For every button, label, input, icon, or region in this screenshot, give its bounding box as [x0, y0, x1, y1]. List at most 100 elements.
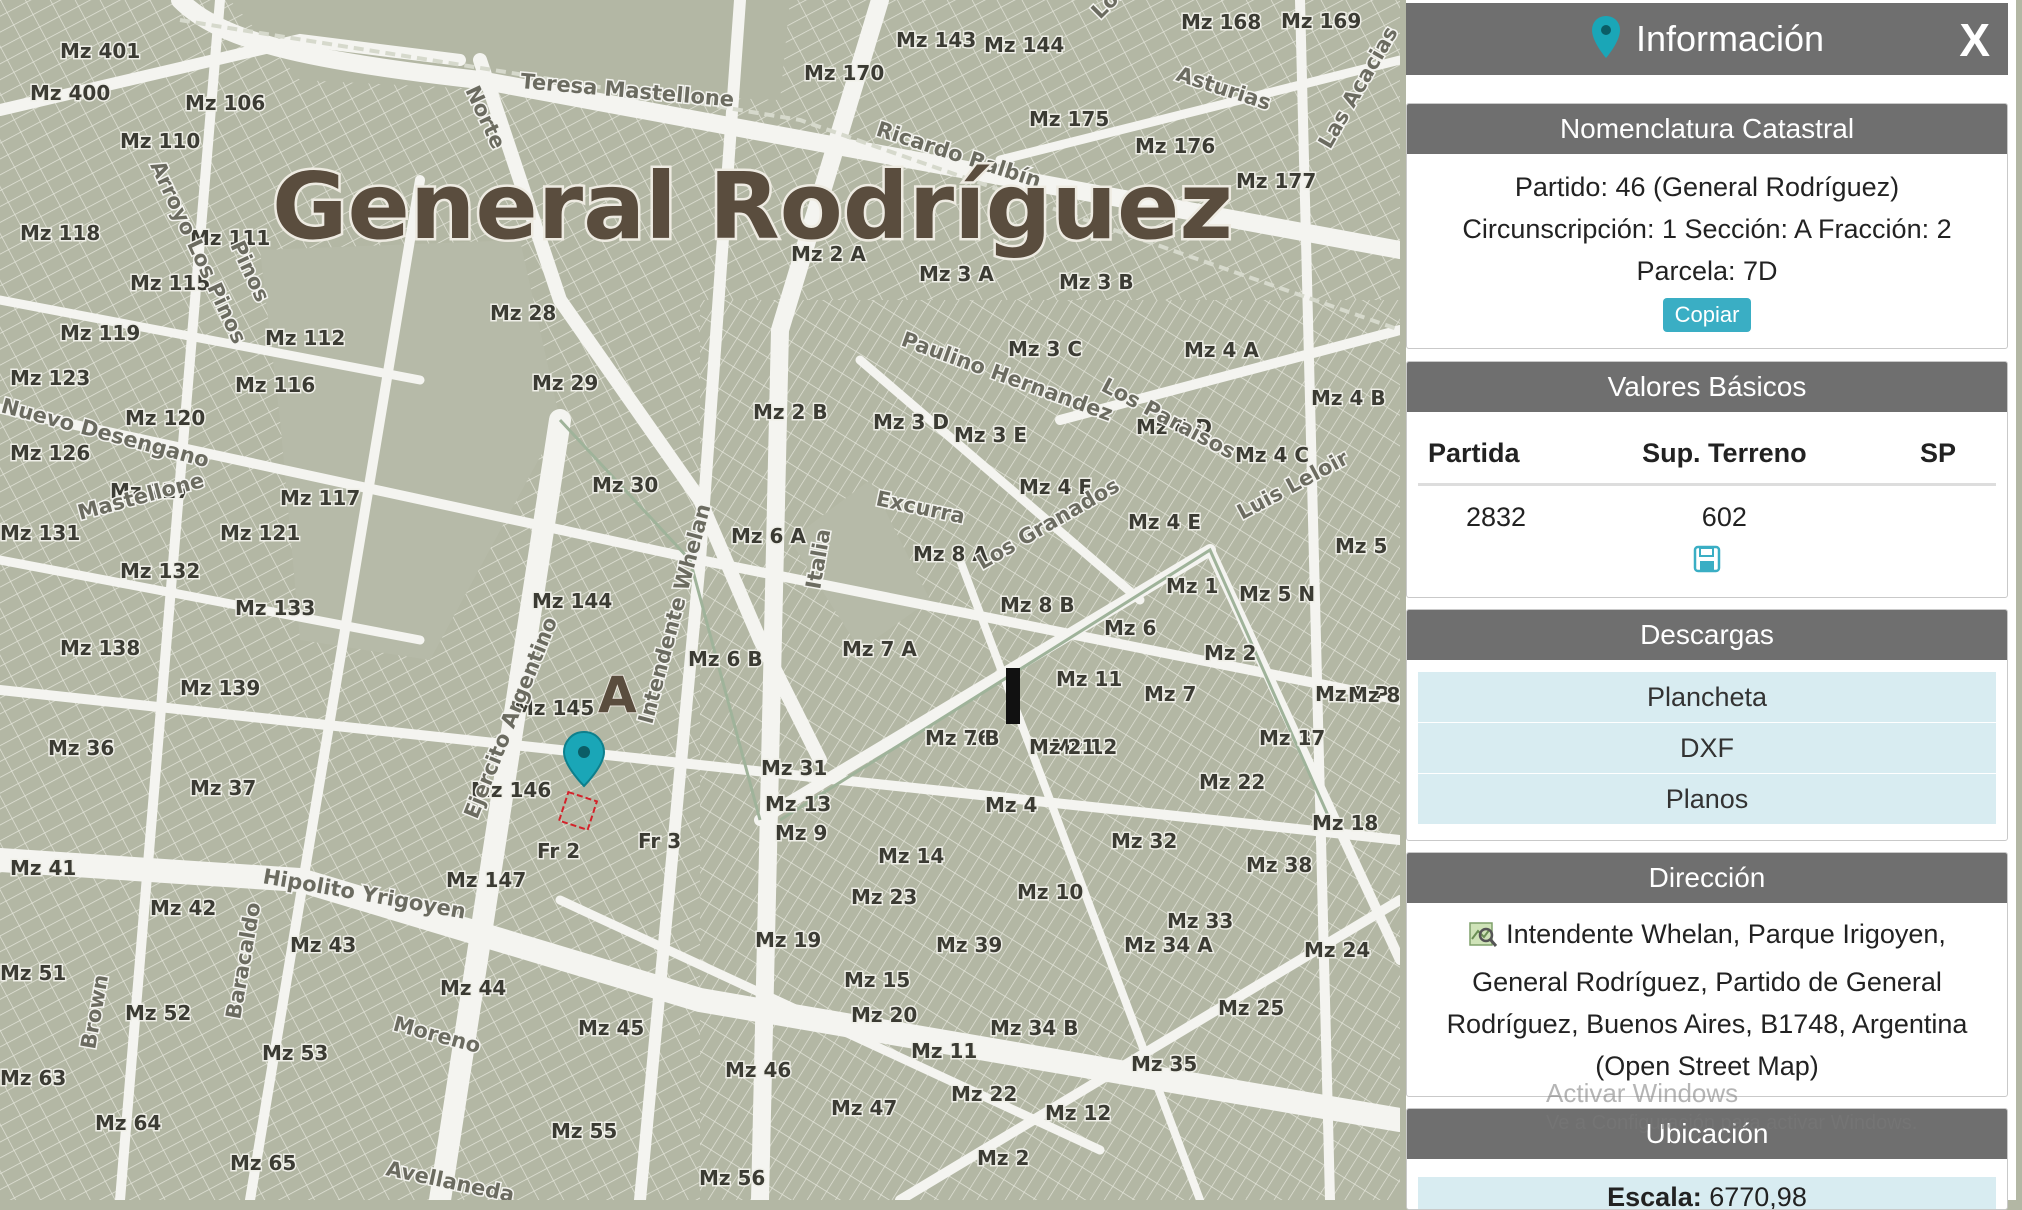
scale-value: 6770,98: [1709, 1182, 1807, 1210]
block-label: Mz 10: [1017, 880, 1083, 904]
block-label: Mz 4 B: [1311, 386, 1386, 410]
copy-button[interactable]: Copiar: [1662, 298, 1752, 332]
block-label: Mz 32: [1111, 829, 1177, 853]
block-label: Mz 7 A: [842, 637, 917, 661]
panel-title: Información: [1635, 18, 1825, 59]
block-label: Mz 6 A: [731, 524, 806, 548]
block-label: Mz 25: [1218, 996, 1284, 1020]
block-label: Mz 3 C: [1008, 337, 1082, 361]
block-label: Fr 2: [537, 839, 580, 863]
block-label: Mz 12: [1045, 1101, 1111, 1125]
parcela-line: Parcela: 7D: [1636, 256, 1778, 286]
block-label: Mz 45: [578, 1016, 644, 1040]
block-label: Mz 19: [755, 928, 821, 952]
block-label: Mz 5 N: [1239, 582, 1315, 606]
block-label: Mz 123: [10, 366, 90, 390]
block-label: Mz 28: [490, 301, 556, 325]
block-label: Mz 33: [1167, 909, 1233, 933]
close-button[interactable]: X: [1959, 13, 1990, 67]
block-label: Mz 42: [150, 896, 216, 920]
floppy-disk-icon[interactable]: [1693, 545, 1721, 577]
block-label: Mz 44: [440, 976, 506, 1000]
download-plancheta[interactable]: Plancheta: [1418, 672, 1996, 723]
nomenclatura-header: Nomenclatura Catastral: [1407, 104, 2007, 154]
block-label: Mz 117: [280, 486, 360, 510]
block-label: Mz 126: [10, 441, 90, 465]
block-label: Mz 53: [262, 1041, 328, 1065]
map-view[interactable]: Mz 401 Mz 400 Mz 106 Mz 110 Mz 118 Mz 111 Mz 1…: [0, 0, 1400, 1200]
col-sp: SP: [1839, 424, 1996, 486]
sp-value: [1840, 485, 1996, 542]
block-label: Mz 3 A: [919, 262, 994, 286]
block-label: Mz 170: [804, 61, 884, 85]
block-label: Mz 6: [1104, 616, 1156, 640]
block-label: Mz 21: [1029, 735, 1095, 759]
block-label: Mz 8: [1348, 683, 1400, 707]
block-label: Mz 18: [1312, 811, 1378, 835]
descargas-header: Descargas: [1407, 610, 2007, 660]
block-label: Mz 35: [1131, 1052, 1197, 1076]
block-label: Mz 9: [775, 821, 827, 845]
block-label: Mz 23: [851, 885, 917, 909]
block-label: Mz 36: [48, 736, 114, 760]
block-label: Mz 39: [936, 933, 1002, 957]
block-label: Mz 3 B: [1059, 270, 1134, 294]
block-label: Mz 7: [1144, 682, 1196, 706]
block-label: Mz 29: [532, 371, 598, 395]
table-row: 2832 602: [1418, 485, 1996, 542]
block-label: Mz 34 A: [1124, 933, 1213, 957]
block-label: Mz 175: [1029, 107, 1109, 131]
block-label: Mz 4 E: [1128, 510, 1201, 534]
block-label: Mz 143: [896, 28, 976, 52]
windows-watermark-title: Activar Windows: [1546, 1078, 1739, 1108]
block-label: Mz 17: [1259, 726, 1325, 750]
block-label: Mz 120: [125, 406, 205, 430]
block-label: Mz 3 E: [954, 423, 1027, 447]
block-label: Mz 177: [1236, 169, 1316, 193]
block-label: Mz 24: [1304, 938, 1370, 962]
block-label: Mz 1: [1166, 574, 1218, 598]
block-label: Mz 147: [446, 868, 526, 892]
map-canvas: Mz 401Mz 400 Mz 106Mz 110Mz 118 Mz 111Mz 1…: [0, 0, 1400, 1200]
col-partida: Partida: [1418, 424, 1609, 486]
block-label: Mz 4: [985, 793, 1037, 817]
cursor-marker: [1006, 668, 1020, 724]
block-label: Mz 14: [878, 844, 944, 868]
block-label: Mz 110: [120, 129, 200, 153]
block-label: Mz 34 B: [990, 1016, 1079, 1040]
info-panel: Información X Nomenclatura Catastral Par…: [1406, 0, 2016, 1210]
download-planos[interactable]: Planos: [1418, 774, 1996, 825]
block-label: Mz 116: [235, 373, 315, 397]
block-label: Mz 7 B: [925, 726, 1000, 750]
block-label: Mz 4 C: [1235, 443, 1309, 467]
download-dxf[interactable]: DXF: [1418, 723, 1996, 774]
windows-watermark-subtitle: Ve a Configuración para activar Windows.: [1546, 1112, 1918, 1134]
block-label: Mz 400: [30, 81, 110, 105]
block-label: Mz 43: [290, 933, 356, 957]
block-label: Mz 11: [911, 1039, 977, 1063]
block-label: Mz 15: [844, 968, 910, 992]
block-label: Mz 46: [725, 1058, 791, 1082]
block-label: Mz 2: [977, 1146, 1029, 1170]
block-label: Mz 56: [699, 1166, 765, 1190]
block-label: Mz 133: [235, 596, 315, 620]
block-label: Mz 2 B: [753, 400, 828, 424]
map-search-icon: [1468, 919, 1498, 961]
direccion-header: Dirección: [1407, 853, 2007, 903]
block-label: Mz 8 B: [1000, 593, 1075, 617]
block-label: Mz 37: [190, 776, 256, 800]
section-letter: A: [598, 666, 637, 724]
block-label: Fr 3: [638, 829, 681, 853]
block-label: Mz 144: [984, 33, 1064, 57]
block-label: Mz 47: [831, 1096, 897, 1120]
block-label: Mz 51: [0, 961, 66, 985]
block-label: Mz 112: [265, 326, 345, 350]
block-label: Mz 31: [761, 756, 827, 780]
col-sup-terreno: Sup. Terreno: [1608, 424, 1840, 486]
block-label: Mz 119: [60, 321, 140, 345]
nomenclatura-section: Nomenclatura Catastral Partido: 46 (Gene…: [1406, 103, 2008, 349]
block-label: Mz 144: [532, 589, 612, 613]
scale-label: Escala:: [1607, 1182, 1702, 1210]
block-label: Mz 63: [0, 1066, 66, 1090]
block-label: Mz 22: [951, 1082, 1017, 1106]
